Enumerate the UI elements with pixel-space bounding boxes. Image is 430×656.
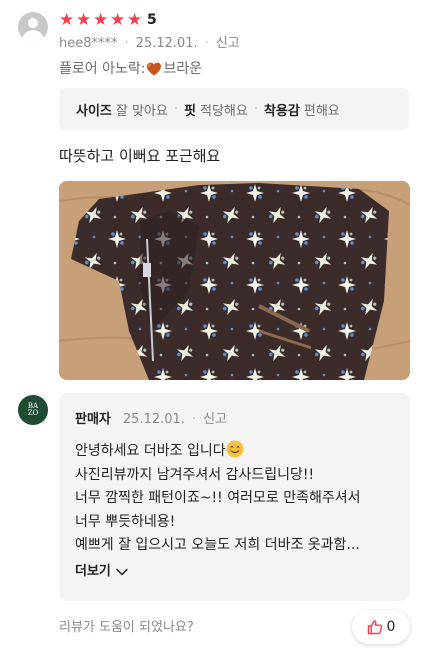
star-icon: ★ [59,9,75,30]
report-link[interactable]: 신고 [216,36,240,52]
reply-line: 안녕하세요 더바조 입니다 [75,440,395,464]
jacket-illustration [59,181,410,380]
seller-logo-text-bottom: ZO [27,409,39,417]
review-date: 25.12.01. [135,36,198,51]
helpful-question: 리뷰가 도움이 되었나요? [59,620,194,635]
star-icon: ★ [93,9,109,30]
seller-reply-header: 판매자 25.12.01. · 신고 [75,412,227,428]
seller-reply-text: 안녕하세요 더바조 입니다 사진리뷰까지 남겨주셔서 감사드립니당!! 너무 깜… [75,440,395,558]
thumbs-up-icon [367,620,382,635]
option-value: 브라운 [163,61,203,77]
summary-fit-key: 핏 [184,103,196,119]
summary-separator: · [253,101,258,117]
summary-comfort-value: 편해요 [303,103,340,119]
reviewer-username: hee8**** [59,36,118,51]
star-icon: ★ [127,9,143,30]
seller-reply-date: 25.12.01. [122,412,185,427]
like-count: 0 [386,619,396,635]
star-icon: ★ [110,9,126,30]
show-more-button[interactable]: 더보기 [75,563,128,581]
like-button[interactable]: 0 [352,610,410,644]
purchased-option: 플로어 아노락: 브라운 [59,60,202,78]
summary-size-value: 잘 맞아요 [115,103,168,119]
summary-separator: · [173,101,179,117]
review-text: 따뜻하고 이뻐요 포근해요 [59,147,221,165]
meta-separator: · [204,36,209,51]
reply-line: 너무 깜찍한 패턴이죠~!! 여러모로 만족해주셔서 [75,490,361,506]
seller-name: 판매자 [75,412,111,427]
review-photo[interactable] [59,181,410,380]
reply-line: 사진리뷰까지 남겨주셔서 감사드립니당!! [75,466,315,483]
seller-logo: BA ZO [18,395,48,425]
show-more-label: 더보기 [75,564,111,579]
chevron-down-icon [116,568,128,576]
meta-separator: · [124,36,129,51]
summary-size-key: 사이즈 [76,103,112,119]
fit-summary: 사이즈 잘 맞아요 · 핏 적당해요 · 착용감 편해요 [59,88,409,130]
summary-fit-value: 적당해요 [199,103,248,119]
option-name: 플로어 아노락: [59,61,146,77]
summary-comfort-key: 착용감 [263,103,300,119]
rating-value: 5 [147,12,157,28]
reply-line: 예쁘게 잘 입으시고 오늘도 저희 더바조 옷과함... [75,537,360,553]
star-rating: ★ ★ ★ ★ ★ [59,10,144,30]
seller-report-link[interactable]: 신고 [203,412,227,428]
smile-emoji-icon [226,440,244,458]
reviewer-avatar [18,12,48,42]
review-meta: hee8**** · 25.12.01. · 신고 [59,36,240,52]
star-icon: ★ [76,9,92,30]
meta-separator: · [191,412,197,427]
reply-line: 너무 뿌듯하네용! [75,513,176,530]
heart-icon [147,62,162,76]
